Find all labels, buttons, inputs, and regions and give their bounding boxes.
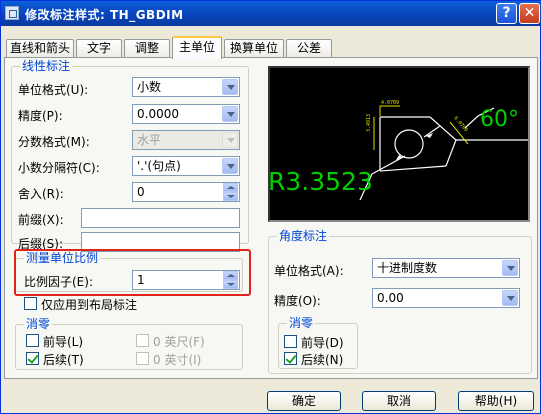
chevron-down-icon[interactable] [222,106,238,122]
cancel-button[interactable]: 取消 [362,391,436,411]
dim-text-2: 3.4913 [366,114,372,132]
fraction-format-value: 水平 [137,133,162,147]
trailing-zero-checkbox[interactable] [26,352,39,365]
round-value: 0 [137,185,145,199]
window-title: 修改标注样式: TH_GBDIM [25,8,184,22]
zero-feet-label: 0 英尺(F) [153,335,205,349]
round-input[interactable]: 0 [132,182,240,202]
zero-feet-checkbox [136,334,149,347]
tab-lines-arrows[interactable]: 直线和箭头 [6,39,74,58]
chevron-down-icon [222,132,238,148]
angular-legend: 角度标注 [277,229,330,243]
prefix-input[interactable] [81,208,240,228]
unit-format-select[interactable]: 小数 [132,77,240,97]
help-button[interactable]: 帮助(H) [458,391,534,411]
chevron-down-icon[interactable] [222,158,238,174]
scale-highlight-box [14,249,251,296]
unit-format-label: 单位格式(U): [18,83,89,97]
angular-unit-format-select[interactable]: 十进制度数 [372,258,520,278]
decimal-separator-select[interactable]: '.'(句点) [132,156,240,176]
help-title-button[interactable]: ? [496,3,517,24]
linear-legend: 线性标注 [20,59,73,73]
title-bar: 修改标注样式: TH_GBDIM ? ✕ [1,1,541,26]
angular-precision-label: 精度(O): [274,294,321,308]
tab-fit[interactable]: 调整 [124,39,170,58]
preview-outline [445,139,457,167]
angular-precision-value: 0.00 [377,291,404,305]
layout-only-label: 仅应用到布局标注 [41,298,138,312]
close-title-button[interactable]: ✕ [519,3,540,24]
trailing-zero-label: 后续(T) [43,353,84,367]
spin-down-icon[interactable] [223,192,238,201]
dim-text-1: 4.0709 [381,100,399,106]
decimal-separator-value: '.'(句点) [137,159,181,173]
angular-trailing-zero-label: 后续(N) [301,353,344,367]
angular-leading-zero-checkbox[interactable] [284,335,297,348]
round-label: 舍入(R): [18,187,64,201]
precision-select[interactable]: 0.0000 [132,104,240,124]
layout-only-checkbox[interactable] [24,297,37,310]
dialog-window: 修改标注样式: TH_GBDIM ? ✕ 直线和箭头 文字 调整 主单位 换算单… [0,0,541,414]
fraction-format-select: 水平 [132,130,240,150]
zero-inches-checkbox [136,352,149,365]
zero-inches-label: 0 英寸(I) [153,353,202,367]
radius-text: R3.3523 [270,167,373,196]
leading-zero-checkbox[interactable] [26,334,39,347]
app-icon [5,6,19,20]
radius-leader [423,125,441,138]
preview-outline [379,165,447,172]
chevron-down-icon[interactable] [502,290,518,306]
chevron-down-icon[interactable] [502,260,518,276]
angular-precision-select[interactable]: 0.00 [372,288,520,308]
tab-text[interactable]: 文字 [76,39,122,58]
angular-unit-format-label: 单位格式(A): [274,264,344,278]
chevron-down-icon[interactable] [222,79,238,95]
preview-canvas: 4.0709 3.4913 6.0709 R3.3523 60° [268,66,530,222]
zero-linear-legend: 消零 [24,317,53,331]
tab-panel: 线性标注 单位格式(U): 小数 精度(P): 0.0000 分数格式(M): … [4,57,538,379]
tab-alternate-units[interactable]: 换算单位 [224,39,284,58]
tab-primary-units[interactable]: 主单位 [172,36,222,59]
angle-text: 60° [480,107,519,132]
precision-value: 0.0000 [137,107,179,121]
dimension-preview-drawing: 4.0709 3.4913 6.0709 R3.3523 60° [268,100,528,201]
unit-format-value: 小数 [137,80,162,94]
angular-leading-zero-label: 前导(D) [301,336,344,350]
tab-tolerances[interactable]: 公差 [286,39,332,58]
zero-angular-legend: 消零 [287,316,316,330]
preview-circle [394,129,424,159]
prefix-label: 前缀(X): [18,213,64,227]
precision-label: 精度(P): [18,109,63,123]
angular-trailing-zero-checkbox[interactable] [284,352,297,365]
leading-zero-label: 前导(L) [43,335,84,349]
ok-button[interactable]: 确定 [267,391,341,411]
decimal-separator-label: 小数分隔符(C): [18,161,100,175]
angular-unit-format-value: 十进制度数 [377,261,438,275]
preview-outline [429,116,457,141]
dim-text-3: 6.0709 [452,115,468,133]
spin-up-icon[interactable] [223,183,238,192]
fraction-format-label: 分数格式(M): [18,135,90,149]
